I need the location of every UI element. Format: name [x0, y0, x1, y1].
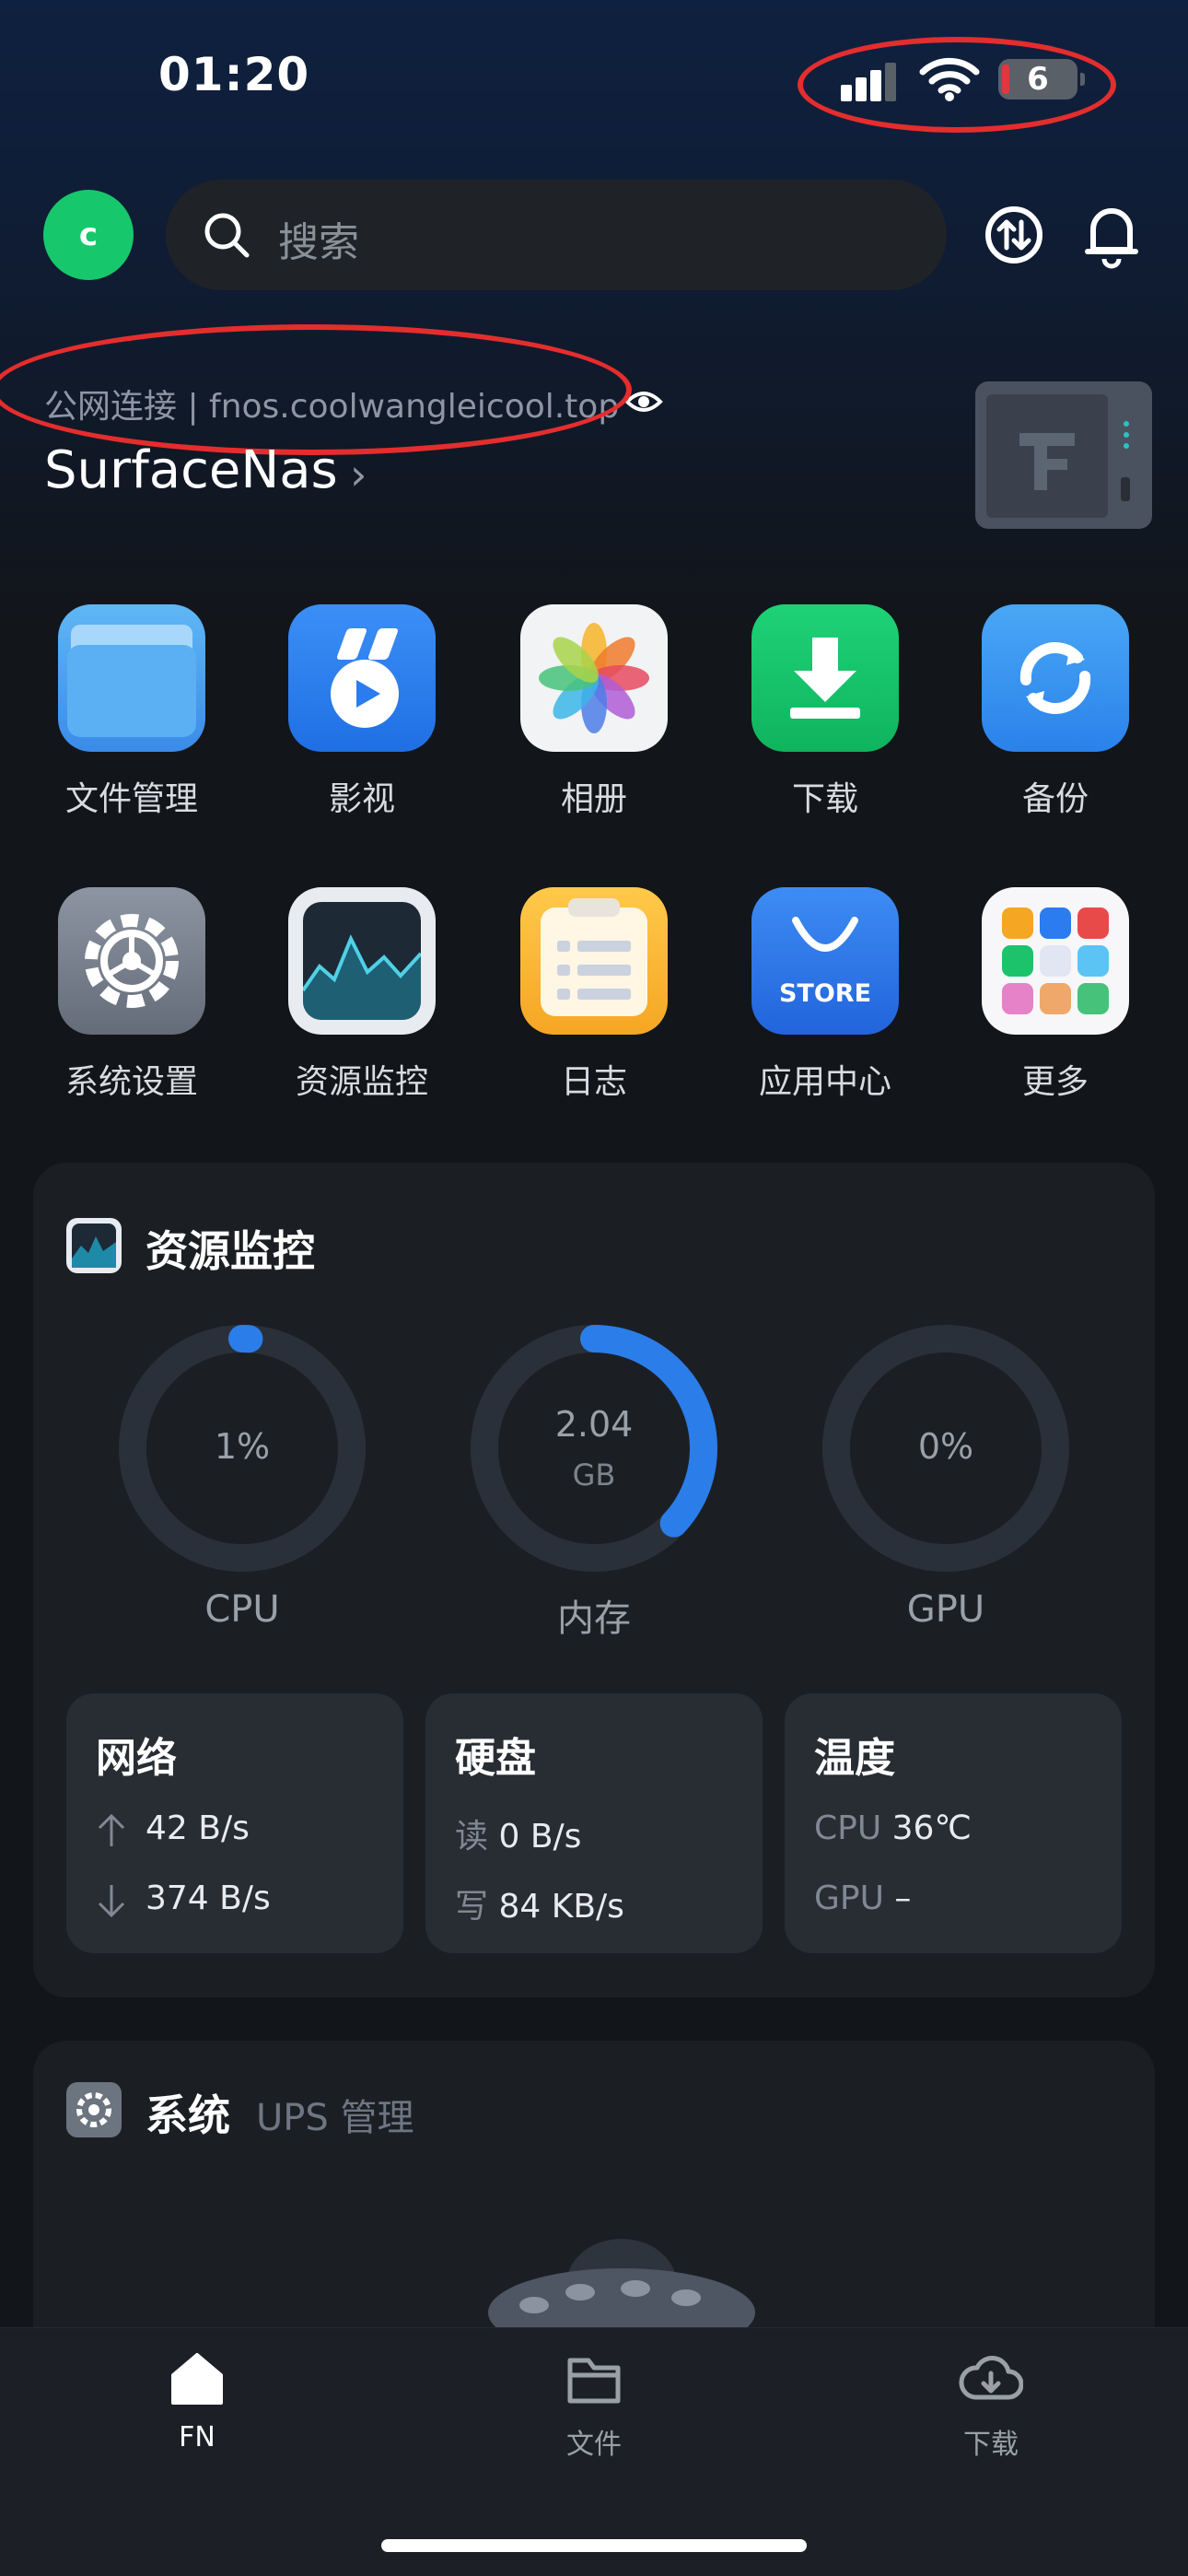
ufo-illustration-icon [488, 2239, 755, 2327]
disk-write: 84 KB/s [498, 1888, 624, 1926]
app-download[interactable]: 下载 [724, 604, 926, 820]
app-system-settings[interactable]: 系统设置 [30, 887, 233, 1103]
memory-unit: GB [572, 1458, 616, 1493]
bell-icon[interactable] [1075, 198, 1148, 272]
memory-label: 内存 [557, 1598, 631, 1640]
app-label: 日志 [560, 1063, 627, 1101]
app-store[interactable]: STORE 应用中心 [724, 887, 926, 1103]
search-icon [204, 213, 250, 258]
store-text: STORE [779, 979, 871, 1008]
app-photos[interactable]: 相册 [493, 604, 695, 820]
temperature-title: 温度 [814, 1735, 895, 1782]
app-label: 系统设置 [64, 1063, 198, 1101]
folder-icon [58, 604, 205, 752]
backup-icon [982, 604, 1129, 752]
network-down: 374 B/s [146, 1879, 271, 1917]
network-title: 网络 [96, 1735, 177, 1782]
cpu-value: 1% [214, 1426, 271, 1467]
temp-cpu: 36℃ [891, 1809, 972, 1847]
disk-read: 0 B/s [498, 1818, 582, 1856]
temperature-tile[interactable]: 温度 CPU 36℃ GPU – [785, 1693, 1122, 1953]
more-grid-icon [982, 887, 1129, 1035]
tab-fn[interactable]: FN [105, 2349, 289, 2453]
ups-management-link[interactable]: UPS 管理 [256, 2088, 414, 2141]
temp-gpu-label: GPU [814, 1879, 884, 1917]
app-file-manager[interactable]: 文件管理 [30, 604, 233, 820]
monitor-chart-icon [66, 1218, 122, 1273]
folder-outline-icon [567, 2358, 621, 2404]
search-placeholder: 搜索 [278, 219, 359, 266]
app-label: 更多 [1021, 1063, 1089, 1101]
app-video[interactable]: 影视 [261, 604, 463, 820]
app-backup[interactable]: 备份 [954, 604, 1157, 820]
server-name[interactable]: SurfaceNas [44, 440, 338, 500]
app-resource-monitor[interactable]: 资源监控 [261, 887, 463, 1103]
disk-title: 硬盘 [455, 1735, 536, 1782]
search-input[interactable]: 搜索 [166, 180, 947, 290]
app-label: 备份 [1021, 780, 1089, 818]
tab-label: FN [179, 2421, 215, 2453]
cloud-download-icon [959, 2356, 1024, 2400]
disk-read-label: 读 [455, 1818, 489, 1856]
transfer-icon[interactable] [977, 198, 1051, 272]
app-label: 资源监控 [295, 1063, 428, 1101]
memory-value: 2.04 [554, 1404, 634, 1445]
monitor-chart-icon [288, 887, 436, 1035]
app-label: 下载 [791, 780, 858, 818]
resource-card-title: 资源监控 [146, 1226, 315, 1276]
home-indicator [381, 2539, 807, 2552]
tab-files[interactable]: 文件 [502, 2349, 686, 2462]
app-label: 相册 [560, 780, 627, 818]
photos-icon [520, 604, 668, 752]
system-card-title: 系统 [146, 2090, 230, 2140]
network-tile[interactable]: 网络 42 B/s 374 B/s [66, 1693, 403, 1953]
tab-label: 下载 [963, 2429, 1019, 2461]
settings-gear-icon [58, 887, 205, 1035]
app-more[interactable]: 更多 [954, 887, 1157, 1103]
download-icon [751, 604, 899, 752]
cpu-label: CPU [204, 1588, 280, 1631]
gpu-label: GPU [906, 1588, 985, 1631]
tab-download[interactable]: 下载 [899, 2349, 1083, 2462]
video-icon [288, 604, 436, 752]
memory-ring [471, 1325, 717, 1572]
chevron-right-icon[interactable]: › [350, 450, 367, 499]
log-icon [520, 887, 668, 1035]
avatar[interactable]: c [43, 190, 134, 280]
settings-gear-icon [66, 2082, 122, 2137]
tab-label: 文件 [566, 2429, 622, 2461]
temp-cpu-label: CPU [814, 1809, 882, 1847]
network-up: 42 B/s [146, 1809, 250, 1847]
home-icon [171, 2353, 223, 2405]
annotation-oval-connection [0, 324, 632, 455]
arrow-up-icon [98, 1813, 125, 1846]
store-bag-icon: STORE [751, 887, 899, 1035]
disk-write-label: 写 [455, 1888, 489, 1926]
temp-gpu: – [894, 1879, 912, 1917]
gpu-value: 0% [917, 1426, 974, 1467]
app-label: 文件管理 [64, 780, 198, 818]
arrow-down-icon [98, 1885, 125, 1918]
app-log[interactable]: 日志 [493, 887, 695, 1103]
annotation-oval-status [798, 37, 1116, 133]
nas-device-icon [975, 381, 1152, 529]
disk-tile[interactable]: 硬盘 读 0 B/s 写 84 KB/s [425, 1693, 763, 1953]
app-label: 应用中心 [758, 1063, 891, 1101]
status-time: 01:20 [158, 48, 310, 101]
app-label: 影视 [328, 780, 395, 818]
